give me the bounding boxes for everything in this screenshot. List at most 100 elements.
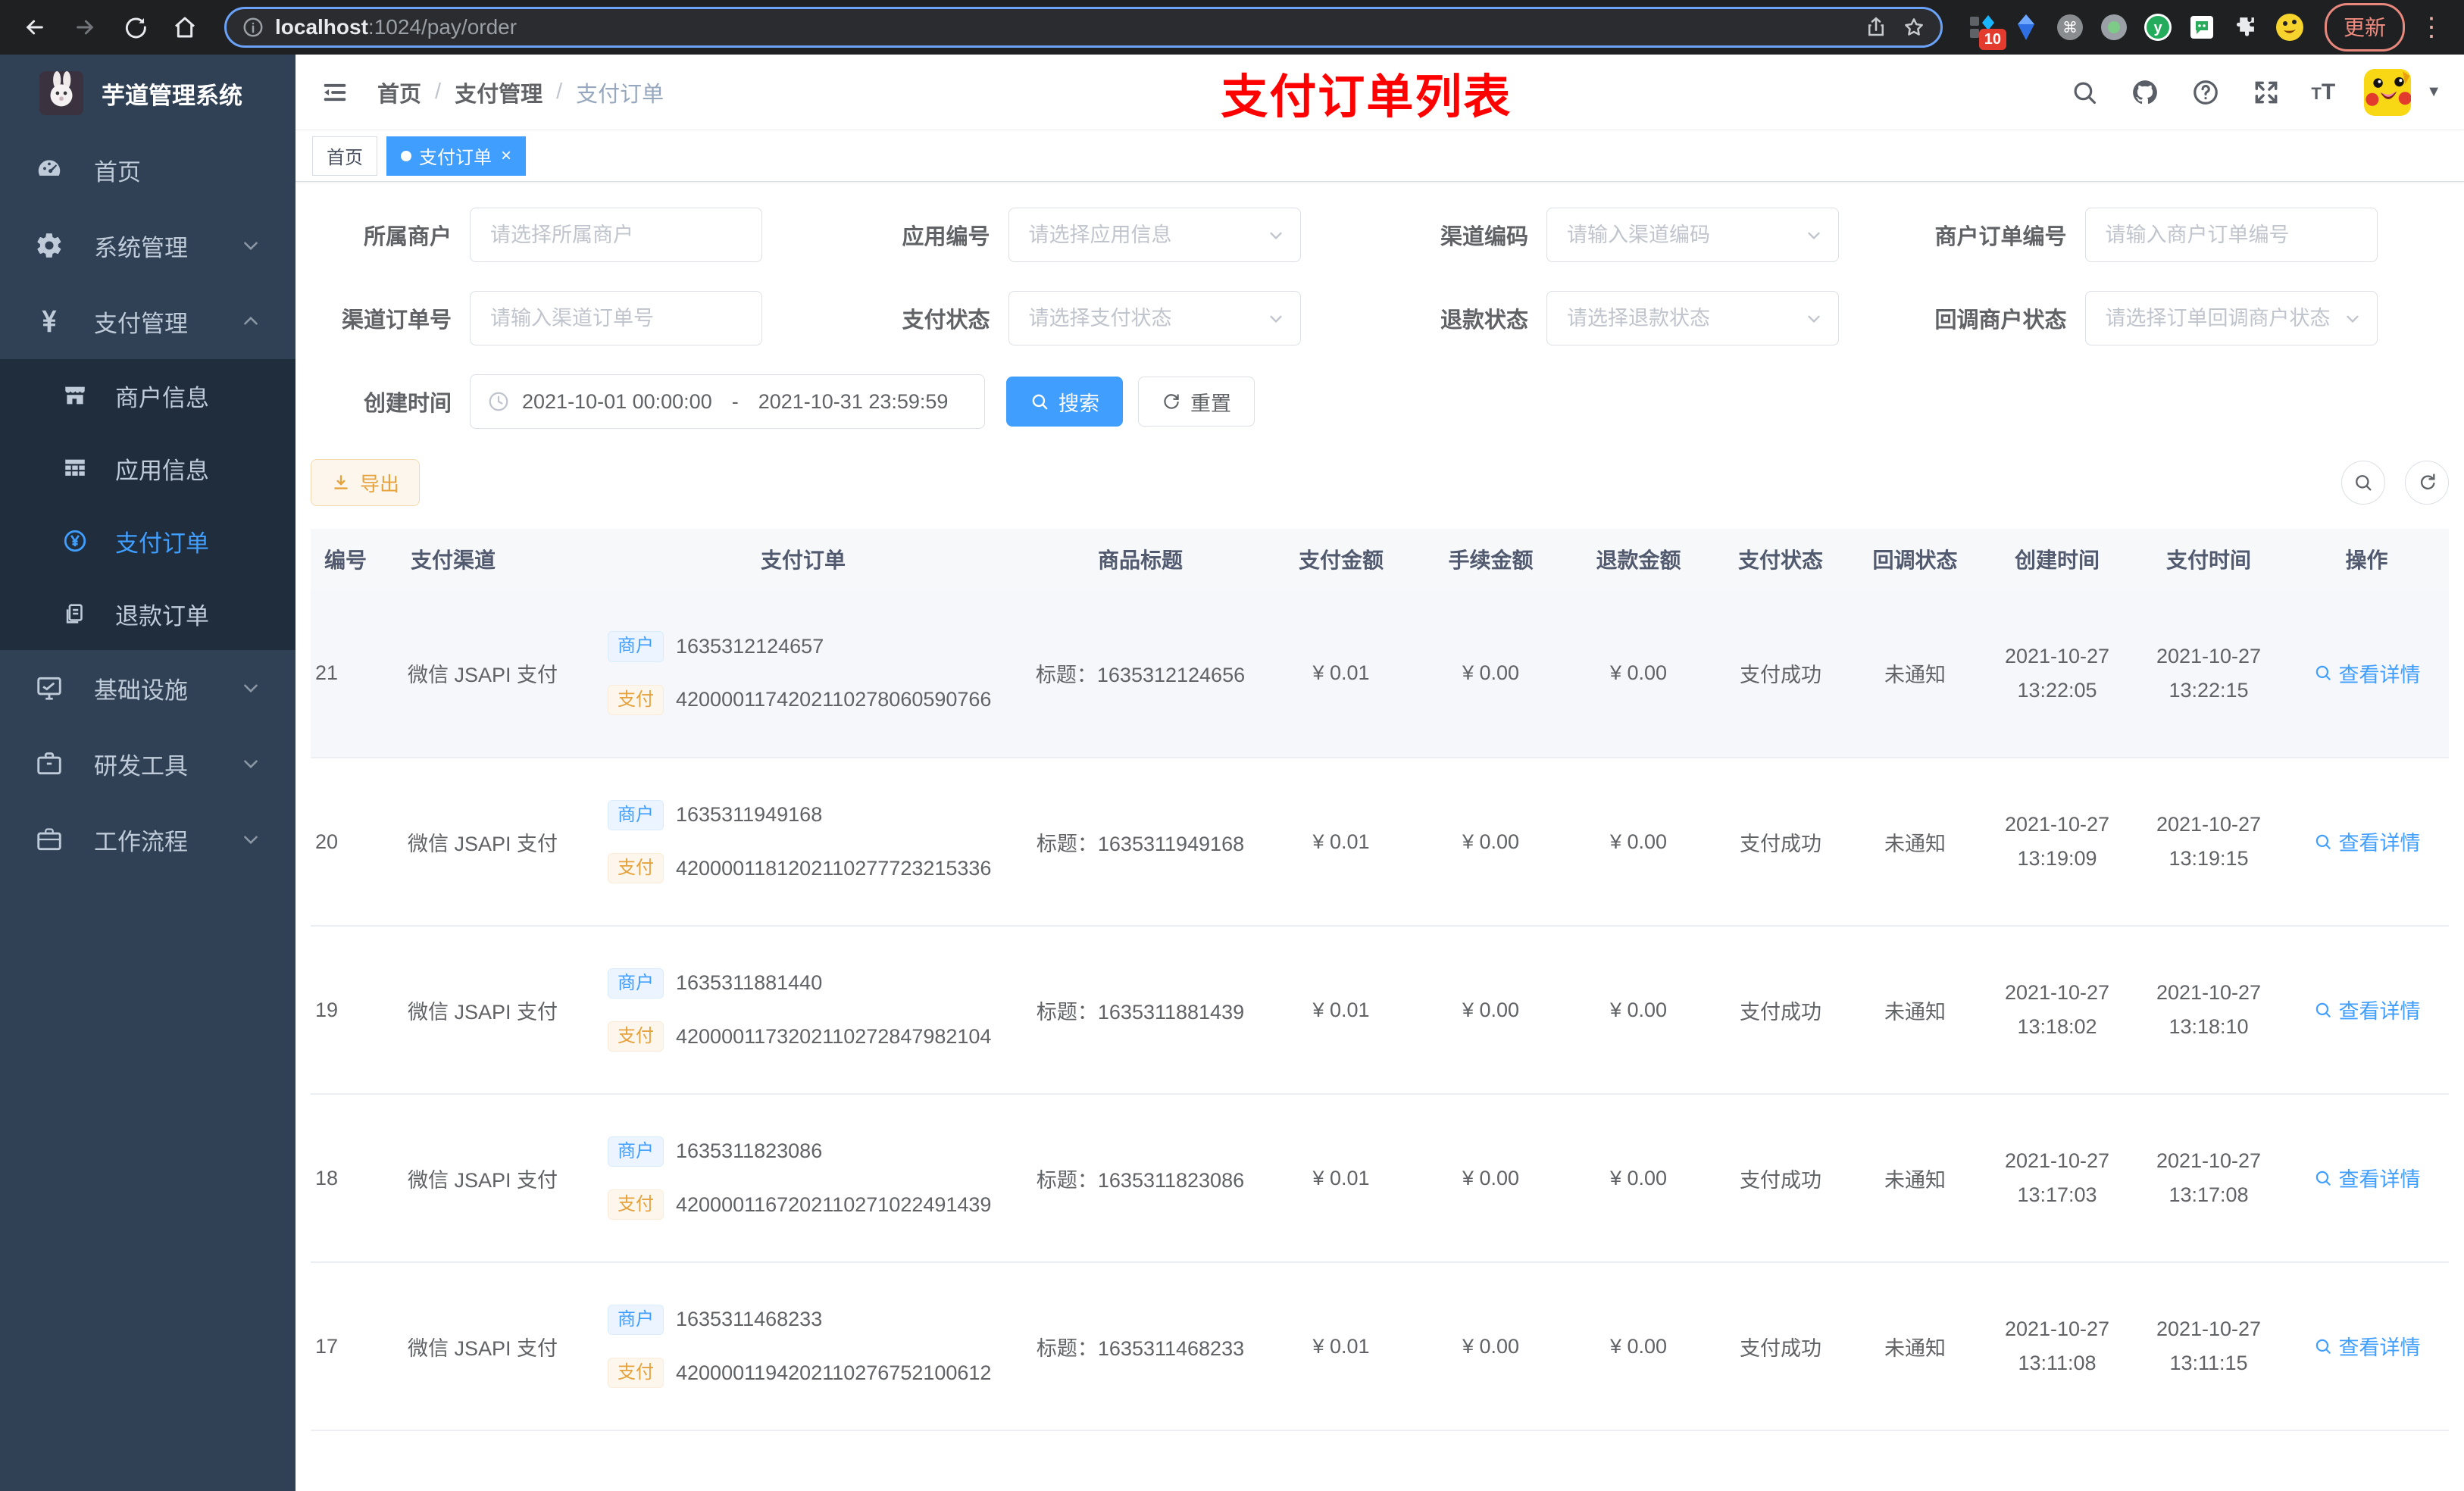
filter-create-time-row: 创建时间 2021-10-01 00:00:00 - 2021-10-31 23…	[311, 374, 2449, 429]
chevron-down-icon	[241, 236, 261, 255]
sidebar-item-app-info[interactable]: 应用信息	[0, 432, 295, 505]
profile-avatar[interactable]	[2275, 12, 2305, 42]
sidebar-item-label: 支付管理	[94, 310, 188, 337]
fontsize-icon[interactable]: TT	[2311, 80, 2335, 105]
cell-action	[2284, 1430, 2449, 1491]
sidebar-item-dev-tools[interactable]: 研发工具	[0, 726, 295, 802]
sidebar-item-infra[interactable]: 基础设施	[0, 650, 295, 726]
search-button[interactable]: 搜索	[1006, 377, 1123, 427]
filter-label: 支付状态	[902, 308, 990, 333]
app-logo-row[interactable]: 芋道管理系统	[0, 55, 295, 132]
refund-status-select[interactable]	[1546, 291, 1839, 345]
url-text[interactable]: localhost:1024/pay/order	[275, 15, 1850, 39]
view-detail-link[interactable]: 查看详情	[2313, 1163, 2421, 1192]
create-time: 13:11:08	[2018, 1352, 2097, 1374]
cell-notify-status: 未通知	[1884, 664, 1946, 686]
sidebar-item-refund-order[interactable]: 退款订单	[0, 577, 295, 650]
cell-id: 17	[315, 1334, 339, 1358]
chat-ext-icon[interactable]	[2187, 12, 2217, 42]
sidebar-item-pay[interactable]: 支付管理	[0, 283, 295, 359]
view-detail-link[interactable]: 查看详情	[2313, 1331, 2421, 1361]
yen-icon	[35, 307, 64, 336]
filter-label: 创建时间	[363, 392, 452, 416]
search-icon[interactable]	[2068, 77, 2100, 108]
hamburger-fold-icon[interactable]	[318, 76, 352, 109]
diamond-ext-icon[interactable]: 10	[1967, 12, 2006, 50]
dashboard-icon	[35, 155, 64, 184]
view-detail-label: 查看详情	[2338, 663, 2421, 686]
channel-code-select[interactable]	[1546, 208, 1839, 262]
close-icon[interactable]: ×	[501, 145, 511, 167]
breadcrumb-pay[interactable]: 支付管理	[455, 77, 543, 108]
monitor-icon	[35, 674, 64, 702]
cell-pay-order: 商户 1635311881440 支付 42000011732021102728…	[591, 926, 1015, 1094]
create-time-range-picker[interactable]: 2021-10-01 00:00:00 - 2021-10-31 23:59:5…	[470, 374, 985, 429]
sidebar-item-label: 支付订单	[115, 530, 209, 557]
pay-badge: 支付	[608, 1189, 664, 1221]
filter-label: 应用编号	[902, 225, 990, 249]
refresh-button[interactable]	[2405, 461, 2449, 505]
help-icon[interactable]	[2190, 77, 2222, 108]
view-detail-link[interactable]: 查看详情	[2313, 658, 2421, 688]
chevron-down-icon[interactable]: ▼	[2426, 83, 2441, 101]
toolbar-right-actions	[2341, 461, 2449, 505]
y-ext-icon[interactable]: y	[2143, 12, 2173, 42]
sidebar-item-pay-order[interactable]: 支付订单	[0, 505, 295, 577]
tag-pay-order[interactable]: 支付订单 ×	[386, 136, 527, 176]
cell-refund-amount	[1565, 1430, 1712, 1491]
app-select[interactable]	[1008, 208, 1301, 262]
cell-channel: 微信 JSAPI 支付	[408, 664, 558, 686]
sidebar-item-home[interactable]: 首页	[0, 132, 295, 208]
fullscreen-icon[interactable]	[2250, 77, 2282, 108]
create-date: 2021-10-27	[2004, 1318, 2110, 1341]
cell-pay-amount: ¥ 0.01	[1312, 998, 1370, 1021]
cell-action: 查看详情	[2284, 1094, 2449, 1262]
home-icon[interactable]	[164, 6, 206, 48]
pay-status-select[interactable]	[1008, 291, 1301, 345]
breadcrumb-home[interactable]: 首页	[377, 77, 421, 108]
gem-ext-icon[interactable]	[2011, 12, 2041, 42]
filter-app: 应用编号	[849, 208, 1373, 262]
reset-button[interactable]: 重置	[1138, 377, 1255, 427]
github-icon[interactable]	[2129, 77, 2161, 108]
tag-home[interactable]: 首页	[312, 136, 377, 176]
breadcrumb-current: 支付订单	[576, 82, 664, 107]
pay-date: 2021-10-27	[2156, 981, 2262, 1005]
sidebar-item-workflow[interactable]: 工作流程	[0, 802, 295, 877]
cell-action: 查看详情	[2284, 926, 2449, 1094]
merchant-input[interactable]	[470, 208, 762, 262]
reload-icon[interactable]	[114, 6, 156, 48]
kebab-menu-icon[interactable]: ⋮	[2412, 12, 2450, 42]
command-ext-icon[interactable]: ⌘	[2055, 12, 2085, 42]
cell-id	[311, 1430, 394, 1491]
back-icon[interactable]	[14, 6, 56, 48]
share-icon[interactable]	[1865, 16, 1887, 39]
cell-pay-time: 2021-10-27 13:19:15	[2133, 758, 2284, 926]
info-icon[interactable]	[242, 16, 264, 39]
url-bar[interactable]: localhost:1024/pay/order	[224, 7, 1943, 48]
filter-label: 退款状态	[1440, 308, 1528, 333]
document-copy-icon	[62, 601, 88, 627]
view-detail-link[interactable]: 查看详情	[2313, 827, 2421, 856]
sidebar-item-system[interactable]: 系统管理	[0, 208, 295, 283]
cell-refund-amount: ¥ 0.00	[1609, 1166, 1668, 1189]
channel-order-no-input[interactable]	[470, 291, 762, 345]
tag-label: 支付订单	[419, 148, 492, 168]
user-avatar[interactable]	[2364, 68, 2412, 116]
update-button[interactable]: 更新	[2324, 3, 2405, 52]
view-detail-link[interactable]: 查看详情	[2313, 995, 2421, 1024]
cell-title: 标题：1635311468233	[1015, 1262, 1265, 1430]
sidebar-item-merchant-info[interactable]: 商户信息	[0, 359, 295, 432]
forward-icon[interactable]	[64, 6, 106, 48]
title-prefix: 标题：	[1036, 1168, 1098, 1192]
star-icon[interactable]	[1903, 16, 1925, 39]
notify-status-select[interactable]	[2084, 291, 2378, 345]
cell-channel	[394, 1430, 591, 1491]
dot-ext-icon[interactable]	[2099, 12, 2129, 42]
show-search-button[interactable]	[2341, 461, 2385, 505]
pay-badge: 支付	[608, 853, 664, 884]
merchant-order-no-input[interactable]	[2084, 208, 2378, 262]
export-button[interactable]: 导出	[311, 459, 421, 506]
table-row: 21 微信 JSAPI 支付 商户 1635312124657 支付 42000…	[311, 589, 2449, 758]
puzzle-extensions-icon[interactable]	[2231, 12, 2261, 42]
